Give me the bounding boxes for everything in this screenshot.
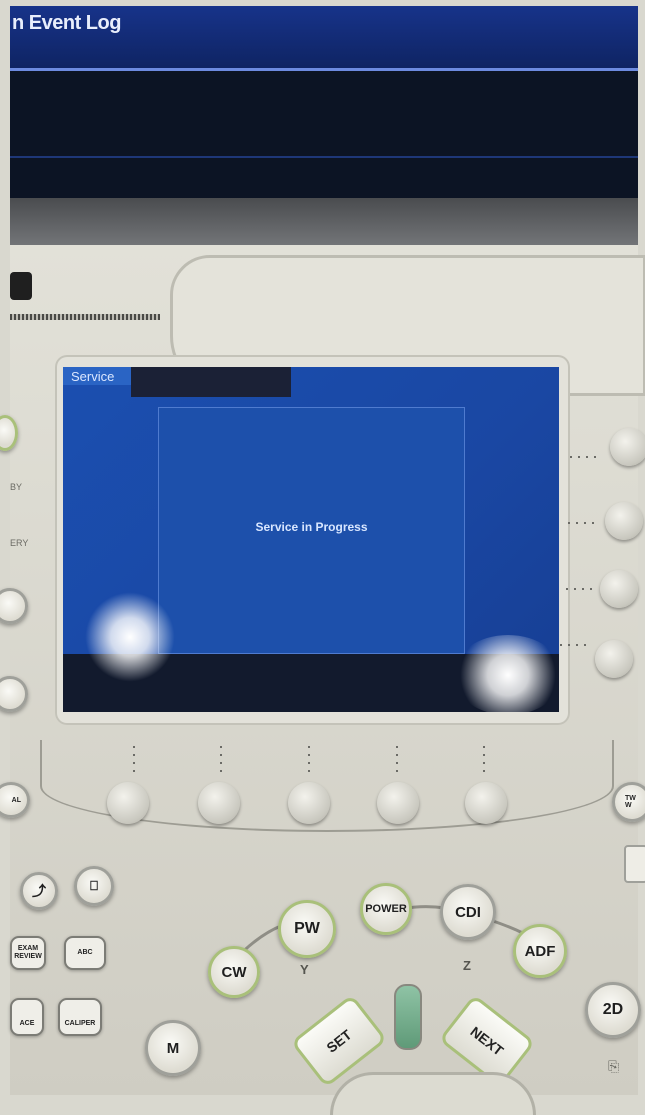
right-edge-label: TW W <box>625 795 636 809</box>
set-label: SET <box>323 1026 355 1056</box>
2d-sub-icon: ⎘ <box>608 1058 620 1074</box>
screen-glare-right <box>453 635 559 712</box>
knob-indicator-1 <box>570 456 600 458</box>
knob-indicator-9 <box>483 746 485 774</box>
standby-label: BY <box>10 482 23 492</box>
bodymark-button[interactable]: ⎕ <box>74 866 114 906</box>
speaker-grille-left <box>10 314 160 320</box>
pw-button[interactable]: PW <box>278 900 336 958</box>
right-knob-1[interactable] <box>610 428 645 466</box>
bottom-knob-2[interactable] <box>198 782 240 824</box>
trackball-key[interactable] <box>394 984 422 1050</box>
trace-button[interactable]: ACE <box>10 998 44 1036</box>
bottom-knob-1[interactable] <box>107 782 149 824</box>
touchscreen: Service Service in Progress <box>63 367 559 712</box>
pointer-button[interactable]: ⤴ <box>20 872 58 910</box>
tab-bar-background <box>131 367 291 397</box>
knob-indicator-5 <box>133 746 135 774</box>
monitor-divider-lower <box>10 156 638 158</box>
left-edge-label: AL <box>11 796 21 804</box>
knob-indicator-7 <box>308 746 310 774</box>
cdi-button[interactable]: CDI <box>440 884 496 940</box>
power-button[interactable]: POWER <box>360 883 412 935</box>
adf-button[interactable]: ADF <box>513 924 567 978</box>
2d-mode-button[interactable]: 2D <box>585 982 641 1038</box>
event-log-monitor: n Event Log <box>10 6 638 211</box>
right-knob-4[interactable] <box>595 640 633 678</box>
battery-label: ERY <box>10 538 29 548</box>
knob-indicator-4 <box>560 644 590 646</box>
monitor-bezel <box>10 198 638 248</box>
bodymark-icon: ⎕ <box>90 878 98 893</box>
pointer-icon: ⤴ <box>32 883 46 899</box>
bottom-knob-5[interactable] <box>465 782 507 824</box>
lock-icon <box>10 272 32 300</box>
knob-indicator-2 <box>568 522 598 524</box>
service-dialog: Service in Progress <box>158 407 465 654</box>
right-edge-square-button[interactable] <box>624 845 645 883</box>
cw-button[interactable]: CW <box>208 946 260 998</box>
trackball-surround <box>330 1072 536 1115</box>
exam-review-button[interactable]: EXAM REVIEW <box>10 936 46 970</box>
right-edge-button[interactable]: TW W <box>612 782 645 822</box>
right-knob-2[interactable] <box>605 502 643 540</box>
monitor-title: n Event Log <box>12 12 121 34</box>
caliper-button[interactable]: CALIPER <box>58 998 102 1036</box>
knob-indicator-3 <box>566 588 596 590</box>
z-label: Z <box>463 958 471 973</box>
m-mode-button[interactable]: M <box>145 1020 201 1076</box>
status-message: Service in Progress <box>255 520 368 534</box>
knob-indicator-6 <box>220 746 222 774</box>
abc-button[interactable]: ABC <box>64 936 106 970</box>
right-knob-3[interactable] <box>600 570 638 608</box>
screen-glare-left <box>85 592 175 682</box>
bottom-knob-3[interactable] <box>288 782 330 824</box>
y-label: Y <box>300 962 309 977</box>
tab-service[interactable]: Service <box>63 367 131 385</box>
next-label: NEXT <box>467 1023 507 1059</box>
bottom-knob-4[interactable] <box>377 782 419 824</box>
monitor-divider <box>10 68 638 71</box>
knob-indicator-8 <box>396 746 398 774</box>
